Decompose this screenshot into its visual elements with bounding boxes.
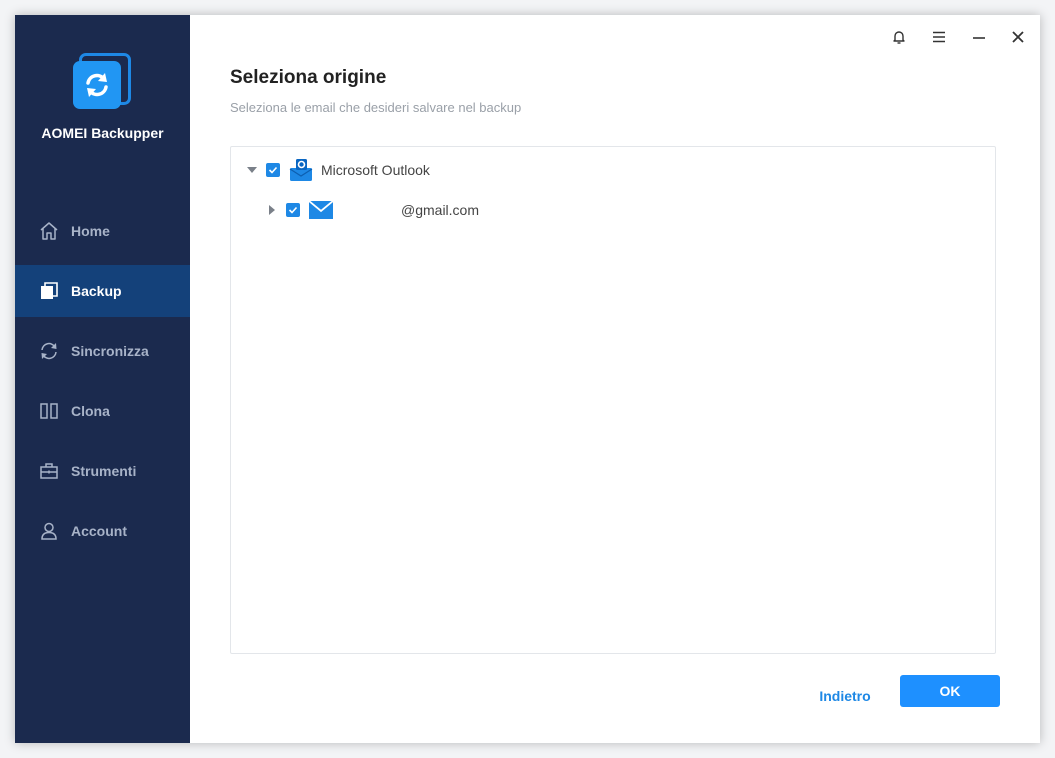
sync-icon: [39, 341, 59, 361]
sync-arrows-icon: [86, 73, 108, 97]
minimize-icon: [973, 37, 985, 39]
mail-icon: [309, 200, 333, 220]
sidebar-item-home[interactable]: Home: [15, 205, 190, 257]
minimize-button[interactable]: [967, 25, 991, 49]
checkmark-icon: [268, 166, 278, 174]
app-window: AOMEI Backupper Home Backup Sincronizza: [15, 15, 1040, 743]
outlook-icon: [289, 158, 313, 182]
sidebar-item-strumenti[interactable]: Strumenti: [15, 445, 190, 497]
clone-icon: [39, 401, 59, 421]
page-subtitle: Seleziona le email che desideri salvare …: [230, 100, 522, 115]
tree-label: @gmail.com: [401, 202, 480, 218]
sidebar-item-backup[interactable]: Backup: [15, 265, 190, 317]
menu-button[interactable]: [927, 25, 951, 49]
tree-label: Microsoft Outlook: [321, 162, 430, 178]
sidebar-item-label: Strumenti: [71, 463, 137, 479]
checkmark-icon: [288, 206, 298, 214]
outlook-checkbox[interactable]: [266, 163, 280, 177]
page-title: Seleziona origine: [230, 67, 387, 88]
backup-icon: [39, 281, 59, 301]
menu-icon: [933, 31, 945, 43]
sidebar-item-sincronizza[interactable]: Sincronizza: [15, 325, 190, 377]
sidebar-item-label: Sincronizza: [71, 343, 149, 359]
tree-row-outlook: Microsoft Outlook: [245, 159, 430, 181]
sidebar-item-label: Backup: [71, 283, 122, 299]
bell-icon: [893, 31, 905, 44]
app-name: AOMEI Backupper: [41, 125, 164, 141]
sidebar-item-clona[interactable]: Clona: [15, 385, 190, 437]
sidebar: AOMEI Backupper Home Backup Sincronizza: [15, 15, 190, 743]
sidebar-item-label: Clona: [71, 403, 110, 419]
sidebar-item-account[interactable]: Account: [15, 505, 190, 557]
main-panel: Seleziona origine Seleziona le email che…: [190, 15, 1040, 743]
email-tree: Microsoft Outlook @gmail.com: [230, 146, 996, 654]
ok-button[interactable]: OK: [900, 675, 1000, 707]
close-icon: [1012, 31, 1024, 43]
expand-caret[interactable]: [265, 203, 279, 217]
expand-caret[interactable]: [245, 163, 259, 177]
gmail-checkbox[interactable]: [286, 203, 300, 217]
logo-front-square: [73, 61, 121, 109]
tree-row-gmail: @gmail.com: [265, 199, 479, 221]
close-button[interactable]: [1006, 25, 1030, 49]
home-icon: [39, 221, 59, 241]
back-button[interactable]: Indietro: [800, 680, 890, 712]
user-icon: [39, 521, 59, 541]
app-logo: [73, 53, 133, 113]
caret-down-icon: [247, 167, 257, 173]
caret-right-icon: [269, 205, 275, 215]
toolbox-icon: [39, 461, 59, 481]
notification-button[interactable]: [887, 25, 911, 49]
sidebar-item-label: Account: [71, 523, 127, 539]
sidebar-item-label: Home: [71, 223, 110, 239]
sidebar-nav: Home Backup Sincronizza Clona Strumenti …: [15, 205, 190, 565]
